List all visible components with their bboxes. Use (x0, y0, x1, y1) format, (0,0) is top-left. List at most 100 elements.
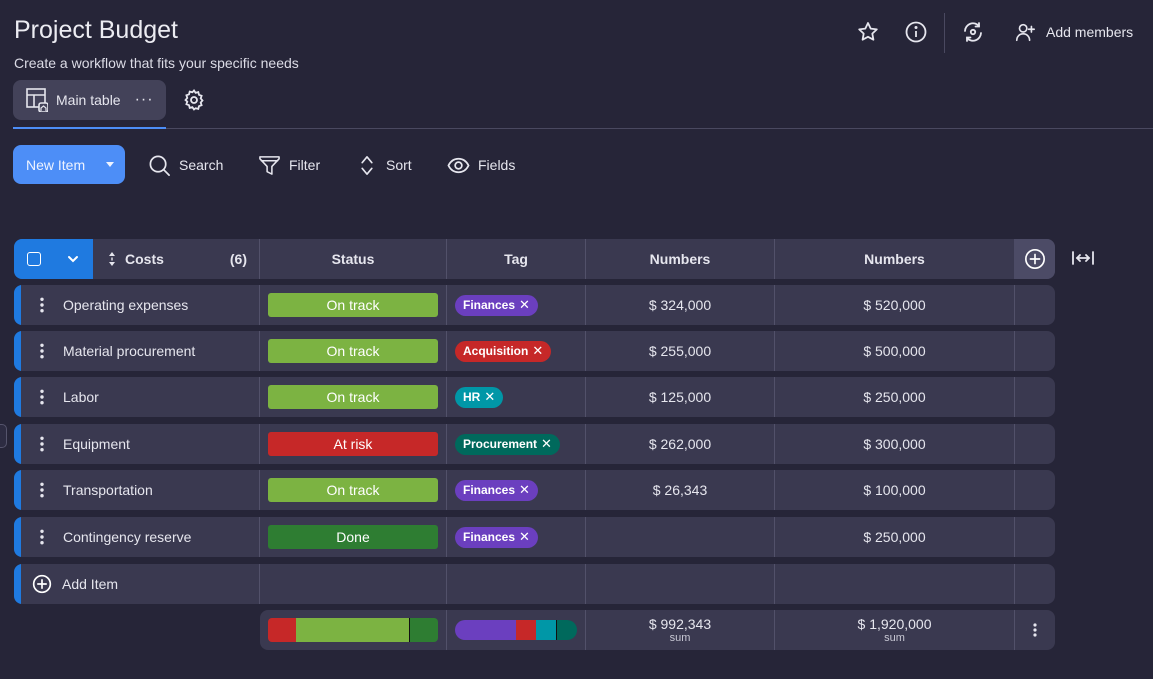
numbers-2-cell[interactable]: $ 500,000 (774, 331, 1014, 371)
filter-button[interactable]: Filter (258, 152, 320, 178)
tag-chip[interactable]: Finances ✕ (455, 526, 538, 548)
column-header-numbers-2[interactable]: Numbers (774, 239, 1014, 279)
status-badge[interactable]: At risk (268, 432, 438, 456)
numbers-2-cell[interactable]: $ 100,000 (774, 470, 1014, 510)
status-badge[interactable]: On track (268, 339, 438, 363)
item-name[interactable]: Contingency reserve (63, 517, 191, 557)
tag-chip[interactable]: Finances ✕ (455, 294, 538, 316)
sort-button[interactable]: Sort (356, 152, 412, 178)
new-item-dropdown-icon[interactable] (106, 162, 114, 167)
star-icon[interactable] (856, 20, 880, 44)
tag-distribution-bar[interactable] (455, 620, 577, 640)
status-cell[interactable]: On track (259, 377, 446, 417)
item-name[interactable]: Labor (63, 377, 99, 417)
plus-circle-icon (32, 574, 52, 594)
table-row[interactable]: Equipment At risk Procurement ✕ $ 262,00… (14, 424, 1055, 464)
numbers-1-cell[interactable]: $ 26,343 (585, 470, 774, 510)
new-item-button[interactable]: New Item (13, 145, 125, 184)
tab-main-table[interactable]: Main table ··· (13, 80, 166, 120)
row-menu-icon[interactable] (37, 482, 47, 498)
column-header-costs[interactable]: Costs (6) (93, 239, 259, 279)
status-badge[interactable]: On track (268, 293, 438, 317)
resize-handle[interactable] (0, 424, 7, 448)
remove-tag-icon[interactable]: ✕ (541, 436, 552, 452)
tag-cell[interactable]: HR ✕ (446, 377, 585, 417)
column-header-tag[interactable]: Tag (446, 239, 585, 279)
tag-cell[interactable]: Finances ✕ (446, 285, 585, 325)
tag-segment (535, 620, 556, 640)
numbers-2-cell[interactable]: $ 250,000 (774, 517, 1014, 557)
add-item-row[interactable]: Add Item (14, 564, 1055, 604)
remove-tag-icon[interactable]: ✕ (519, 529, 530, 545)
info-icon[interactable] (904, 20, 928, 44)
empty-cell (446, 564, 585, 604)
chevron-down-icon[interactable] (67, 253, 79, 265)
row-menu-icon[interactable] (37, 529, 47, 545)
status-cell[interactable]: At risk (259, 424, 446, 464)
remove-tag-icon[interactable]: ✕ (519, 297, 530, 313)
remove-tag-icon[interactable]: ✕ (532, 343, 543, 359)
tab-more-button[interactable]: ··· (135, 92, 154, 108)
status-cell[interactable]: Done (259, 517, 446, 557)
status-cell[interactable]: On track (259, 285, 446, 325)
summary-menu-button[interactable] (1014, 610, 1055, 650)
sync-icon[interactable] (961, 20, 985, 44)
tag-chip[interactable]: Finances ✕ (455, 479, 538, 501)
tag-chip[interactable]: Acquisition ✕ (455, 340, 552, 362)
tag-segment (555, 620, 577, 640)
header-divider (944, 13, 945, 53)
row-menu-icon[interactable] (37, 343, 47, 359)
search-icon (149, 155, 170, 176)
row-menu-icon[interactable] (37, 297, 47, 313)
status-badge[interactable]: On track (268, 478, 438, 502)
item-name[interactable]: Equipment (63, 424, 130, 464)
numbers-1-cell[interactable]: $ 324,000 (585, 285, 774, 325)
item-name[interactable]: Transportation (63, 470, 153, 510)
numbers-2-cell[interactable]: $ 300,000 (774, 424, 1014, 464)
status-cell[interactable]: On track (259, 470, 446, 510)
table-row[interactable]: Transportation On track Finances ✕ $ 26,… (14, 470, 1055, 510)
table-row[interactable]: Material procurement On track Acquisitio… (14, 331, 1055, 371)
item-name[interactable]: Material procurement (63, 331, 195, 371)
fit-columns-icon[interactable] (1072, 251, 1094, 265)
tag-cell[interactable]: Procurement ✕ (446, 424, 585, 464)
row-accent (14, 285, 21, 325)
add-column-button[interactable] (1014, 239, 1055, 279)
numbers-2-cell[interactable]: $ 250,000 (774, 377, 1014, 417)
row-menu-icon[interactable] (37, 436, 47, 452)
tag-cell[interactable]: Finances ✕ (446, 517, 585, 557)
table-row[interactable]: Operating expenses On track Finances ✕ $… (14, 285, 1055, 325)
status-badge[interactable]: Done (268, 525, 438, 549)
status-distribution-bar[interactable] (268, 618, 438, 642)
item-name[interactable]: Operating expenses (63, 285, 188, 325)
remove-tag-icon[interactable]: ✕ (519, 482, 530, 498)
tag-chip[interactable]: Procurement ✕ (455, 433, 560, 455)
table-row[interactable]: Contingency reserve Done Finances ✕ $ 25… (14, 517, 1055, 557)
filter-icon (259, 155, 280, 175)
row-accent (14, 517, 21, 557)
empty-cell (1014, 377, 1055, 417)
gear-icon[interactable] (182, 88, 206, 112)
table-row[interactable]: Labor On track HR ✕ $ 125,000 $ 250,000 (14, 377, 1055, 417)
status-cell[interactable]: On track (259, 331, 446, 371)
select-all-checkbox[interactable] (27, 252, 41, 266)
numbers-2-cell[interactable]: $ 520,000 (774, 285, 1014, 325)
column-header-status[interactable]: Status (259, 239, 446, 279)
search-button[interactable]: Search (148, 152, 223, 178)
row-menu-icon[interactable] (37, 389, 47, 405)
tag-label: Finances (463, 298, 516, 312)
numbers-1-cell[interactable]: $ 125,000 (585, 377, 774, 417)
status-badge[interactable]: On track (268, 385, 438, 409)
tag-cell[interactable]: Acquisition ✕ (446, 331, 585, 371)
add-members-button[interactable]: Add members (1014, 20, 1133, 44)
numbers-1-cell[interactable]: $ 262,000 (585, 424, 774, 464)
remove-tag-icon[interactable]: ✕ (484, 389, 495, 405)
numbers-1-cell[interactable]: $ 255,000 (585, 331, 774, 371)
numbers-1-cell[interactable] (585, 517, 774, 557)
sort-label: Sort (386, 157, 412, 173)
tag-cell[interactable]: Finances ✕ (446, 470, 585, 510)
column-header-numbers-1[interactable]: Numbers (585, 239, 774, 279)
fields-button[interactable]: Fields (447, 152, 515, 178)
tag-chip[interactable]: HR ✕ (455, 386, 504, 408)
tag-segment (455, 620, 516, 640)
